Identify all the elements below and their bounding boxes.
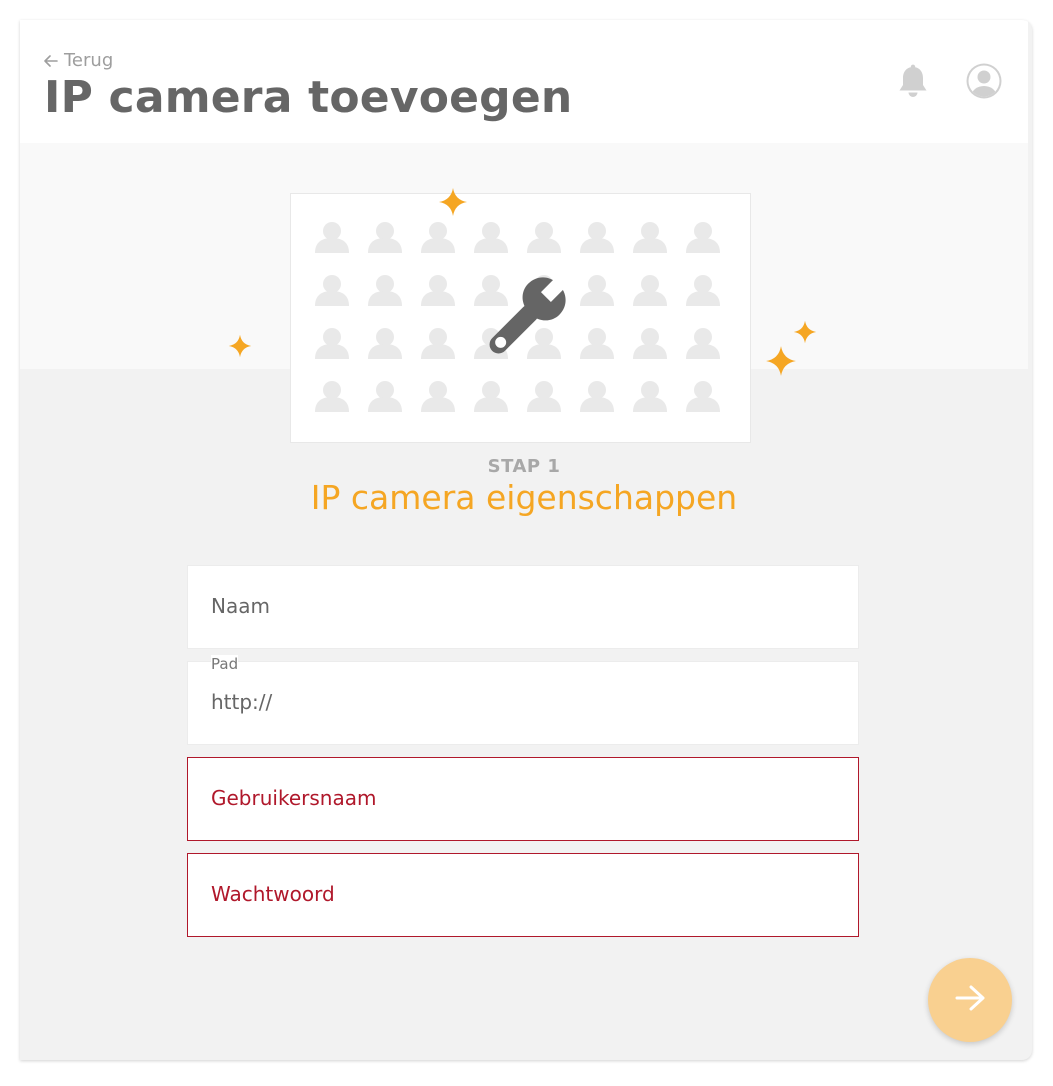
password-placeholder: Wachtwoord — [211, 882, 335, 906]
next-button[interactable] — [928, 958, 1012, 1042]
password-field[interactable]: Wachtwoord — [187, 853, 859, 937]
camera-illustration — [290, 193, 751, 443]
name-placeholder: Naam — [211, 594, 270, 618]
step-title: IP camera eigenschappen — [310, 478, 738, 517]
sparkle-icon — [766, 346, 796, 376]
step-label: STAP 1 — [487, 456, 561, 477]
sparkle-icon — [228, 334, 252, 358]
path-value: http:// — [211, 690, 273, 714]
user-avatar-icon[interactable] — [965, 62, 1003, 104]
username-field[interactable]: Gebruikersnaam — [187, 757, 859, 841]
path-field[interactable]: Pad http:// — [187, 655, 859, 745]
sparkle-icon — [439, 188, 467, 216]
back-link[interactable]: Terug — [44, 50, 113, 71]
app-window: Terug IP camera toevoegen STAP 1 IP came… — [20, 20, 1032, 1060]
arrow-right-icon — [955, 985, 985, 1015]
top-bar: Terug IP camera toevoegen — [20, 20, 1028, 143]
username-placeholder: Gebruikersnaam — [211, 786, 377, 810]
arrow-left-icon — [44, 54, 58, 67]
back-label: Terug — [64, 50, 114, 71]
wrench-icon — [489, 275, 568, 354]
bell-icon[interactable] — [897, 64, 929, 104]
sparkle-icon — [793, 320, 817, 344]
path-label: Pad — [211, 655, 239, 673]
name-field[interactable]: Naam — [187, 565, 859, 649]
page-title: IP camera toevoegen — [44, 72, 573, 123]
